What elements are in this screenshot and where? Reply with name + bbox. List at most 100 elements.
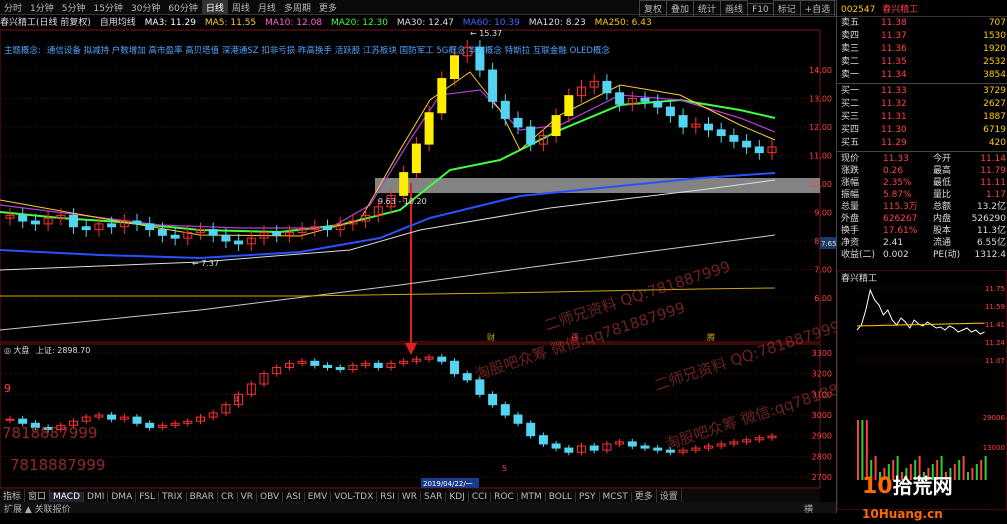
indicator-tab-8[interactable]: CR — [218, 492, 238, 502]
period-tab-3[interactable]: 15分钟 — [89, 0, 126, 15]
candle — [602, 80, 612, 94]
resistance-band — [375, 178, 820, 193]
buys-row[interactable]: 买四 11.30 6719 — [837, 124, 1007, 137]
indicator-tab-13[interactable]: VOL-TDX — [331, 492, 378, 502]
candle — [145, 223, 155, 231]
indicator-tab-3[interactable]: DMI — [84, 492, 109, 502]
indicator-tab-15[interactable]: WR — [399, 492, 422, 502]
candle — [30, 220, 40, 225]
book-price: 11.35 — [881, 57, 907, 67]
period-tab-4[interactable]: 30分钟 — [127, 0, 164, 15]
candle — [437, 78, 447, 114]
stat-value: 5.87% — [883, 190, 912, 200]
indicator-tab-20[interactable]: MTM — [518, 492, 546, 502]
sells-row[interactable]: 卖四 11.37 1530 — [837, 30, 1007, 43]
indicator-tab-25[interactable]: 设置 — [657, 489, 682, 502]
date-cursor: 2019/04/22/一 — [423, 480, 473, 488]
candle — [411, 143, 421, 174]
stat-row: 外盘 626267 内盘 526290 — [837, 213, 1007, 225]
book-price: 11.38 — [881, 18, 907, 28]
kline-chart[interactable]: 14.0013.0012.0011.0010.009.008.007.006.0… — [0, 0, 836, 489]
status-left[interactable]: 扩展 ▲ 关联报价 — [0, 505, 71, 515]
period-tab-0[interactable]: 分时 — [0, 0, 26, 15]
book-label: 卖四 — [841, 31, 860, 41]
mini-y-tick: 11.07 — [985, 357, 1005, 365]
indicator-name[interactable]: 自用均线 — [100, 18, 136, 28]
sells-row[interactable]: 卖五 11.38 707 — [837, 17, 1007, 30]
indicator-tab-21[interactable]: BOLL — [546, 492, 576, 502]
period-tab-10[interactable]: 更多 — [315, 0, 341, 15]
indicator-tab-5[interactable]: FSL — [136, 492, 159, 502]
buys-row[interactable]: 买三 11.31 1887 — [837, 111, 1007, 124]
indicator-tab-24[interactable]: 更多 — [632, 489, 657, 502]
candle — [488, 69, 498, 102]
indicator-tab-14[interactable]: RSI — [377, 492, 399, 502]
sub-index-value: 上证: 2898.70 — [36, 346, 90, 355]
period-tab-9[interactable]: 多周期 — [280, 0, 315, 15]
stat-value: 2.41 — [883, 238, 904, 248]
indicator-tab-19[interactable]: ROC — [491, 492, 518, 502]
indicator-tab-11[interactable]: ASI — [283, 492, 305, 502]
indicator-tab-18[interactable]: CCI — [469, 492, 492, 502]
indicator-tab-0[interactable]: 指标 — [0, 489, 26, 502]
stat-key: 内盘 — [933, 214, 952, 224]
index-candle — [627, 441, 637, 447]
book-label: 买四 — [841, 125, 860, 135]
book-volume: 1530 — [983, 31, 1006, 41]
stat-key: PE(动) — [933, 250, 961, 260]
index-candle — [132, 416, 142, 424]
indicator-tab-23[interactable]: MCST — [600, 492, 632, 502]
stat-value: 1.17 — [985, 190, 1006, 200]
ma60: MA60: 10.39 — [462, 18, 520, 28]
indicator-tab-16[interactable]: SAR — [421, 492, 447, 502]
stock-name: 春兴精工 — [882, 5, 919, 15]
candle — [704, 123, 713, 131]
book-label: 卖一 — [841, 70, 860, 80]
book-volume: 3729 — [983, 86, 1006, 96]
candle — [754, 146, 764, 154]
indicator-tab-4[interactable]: DMA — [108, 492, 137, 502]
index-candle — [538, 435, 548, 445]
sells-row[interactable]: 卖一 11.34 3854 — [837, 69, 1007, 82]
mini-title: 春兴精工 — [841, 272, 877, 284]
stat-key: 现价 — [841, 154, 860, 164]
stat-key: 最高 — [933, 166, 952, 176]
high-price-label: ← 15.37 — [470, 29, 502, 38]
book-price: 11.37 — [881, 31, 907, 41]
buys-row[interactable]: 买二 11.32 2627 — [837, 98, 1007, 111]
indicator-tab-12[interactable]: EMV — [305, 492, 332, 502]
sells-row[interactable]: 卖二 11.35 2532 — [837, 56, 1007, 69]
stat-row: 涨跌 0.26 最高 11.79 — [837, 165, 1007, 177]
book-label: 买五 — [841, 138, 860, 148]
indicator-tab-22[interactable]: PSY — [576, 492, 600, 502]
stat-row: 换手 17.61% 股本 11.3亿 — [837, 225, 1007, 237]
buys-row[interactable]: 买一 11.33 3729 — [837, 85, 1007, 98]
site-logo: 10拾荒网 10Huang.cn — [862, 470, 953, 524]
indicator-tab-17[interactable]: KDJ — [446, 492, 469, 502]
indicator-tab-1[interactable]: 窗口 — [25, 489, 51, 502]
indicator-tab-7[interactable]: BRAR — [187, 492, 219, 502]
y-tick: 14.00 — [809, 66, 832, 75]
period-tab-8[interactable]: 月线 — [254, 0, 280, 15]
indicator-tab-9[interactable]: VR — [238, 492, 258, 502]
period-tab-7[interactable]: 周线 — [228, 0, 254, 15]
index-candle — [437, 356, 447, 362]
sells-row[interactable]: 卖三 11.36 1920 — [837, 43, 1007, 56]
ma250: MA250: 6.43 — [594, 18, 652, 28]
period-tab-5[interactable]: 60分钟 — [164, 0, 201, 15]
sub-title: ◎ 大盘 — [4, 345, 30, 355]
buys-row[interactable]: 买五 11.29 420 — [837, 137, 1007, 150]
indicator-tab-6[interactable]: TRIX — [159, 492, 187, 502]
stat-row: 振幅 5.87% 量比 1.17 — [837, 189, 1007, 201]
period-tab-1[interactable]: 1分钟 — [26, 0, 58, 15]
concept-tags[interactable]: 通信设备 拟减持 户数增加 高市盈率 高贝塔值 深港通SZ 扣非亏损 昨高换手 … — [47, 46, 610, 56]
period-tab-6[interactable]: 日线 — [201, 0, 228, 15]
book-volume: 2627 — [983, 99, 1006, 109]
period-tab-2[interactable]: 5分钟 — [58, 0, 90, 15]
logo-url: 10Huang.cn — [862, 507, 943, 521]
indicator-tab-10[interactable]: OBV — [257, 492, 284, 502]
candle — [272, 231, 282, 236]
book-label: 卖五 — [841, 18, 860, 28]
book-price: 11.31 — [881, 112, 907, 122]
indicator-tab-2[interactable]: MACD — [50, 492, 85, 502]
